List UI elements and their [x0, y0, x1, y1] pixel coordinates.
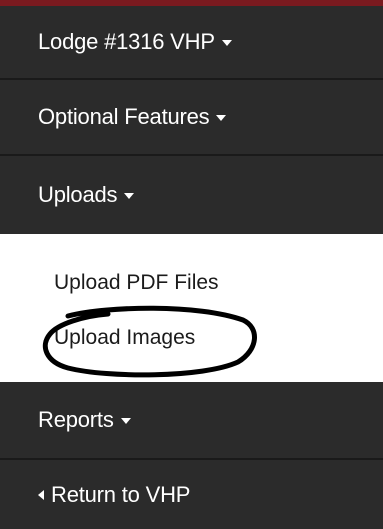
- nav-item-lodge[interactable]: Lodge #1316 VHP: [0, 6, 383, 78]
- caret-left-icon: [38, 489, 44, 500]
- nav-item-uploads-label: Uploads: [38, 182, 118, 207]
- caret-down-icon: [124, 193, 135, 199]
- upload-pdf-files-link[interactable]: Upload PDF Files: [54, 271, 219, 295]
- nav-item-reports[interactable]: Reports: [0, 382, 383, 458]
- nav-item-return-label: Return to VHP: [51, 481, 191, 507]
- caret-down-icon: [221, 40, 232, 46]
- nav-item-return[interactable]: Return to VHP: [0, 460, 383, 529]
- caret-down-icon: [216, 115, 227, 121]
- nav-item-uploads[interactable]: Uploads: [0, 156, 383, 234]
- caret-down-icon: [120, 418, 131, 424]
- nav-item-optional-features[interactable]: Optional Features: [0, 80, 383, 154]
- nav-item-reports-label: Reports: [38, 407, 114, 432]
- uploads-dropdown: [4, 234, 383, 382]
- nav-item-optional-features-label: Optional Features: [38, 104, 210, 129]
- nav-item-lodge-label: Lodge #1316 VHP: [38, 29, 215, 54]
- upload-images-link[interactable]: Upload Images: [54, 326, 195, 350]
